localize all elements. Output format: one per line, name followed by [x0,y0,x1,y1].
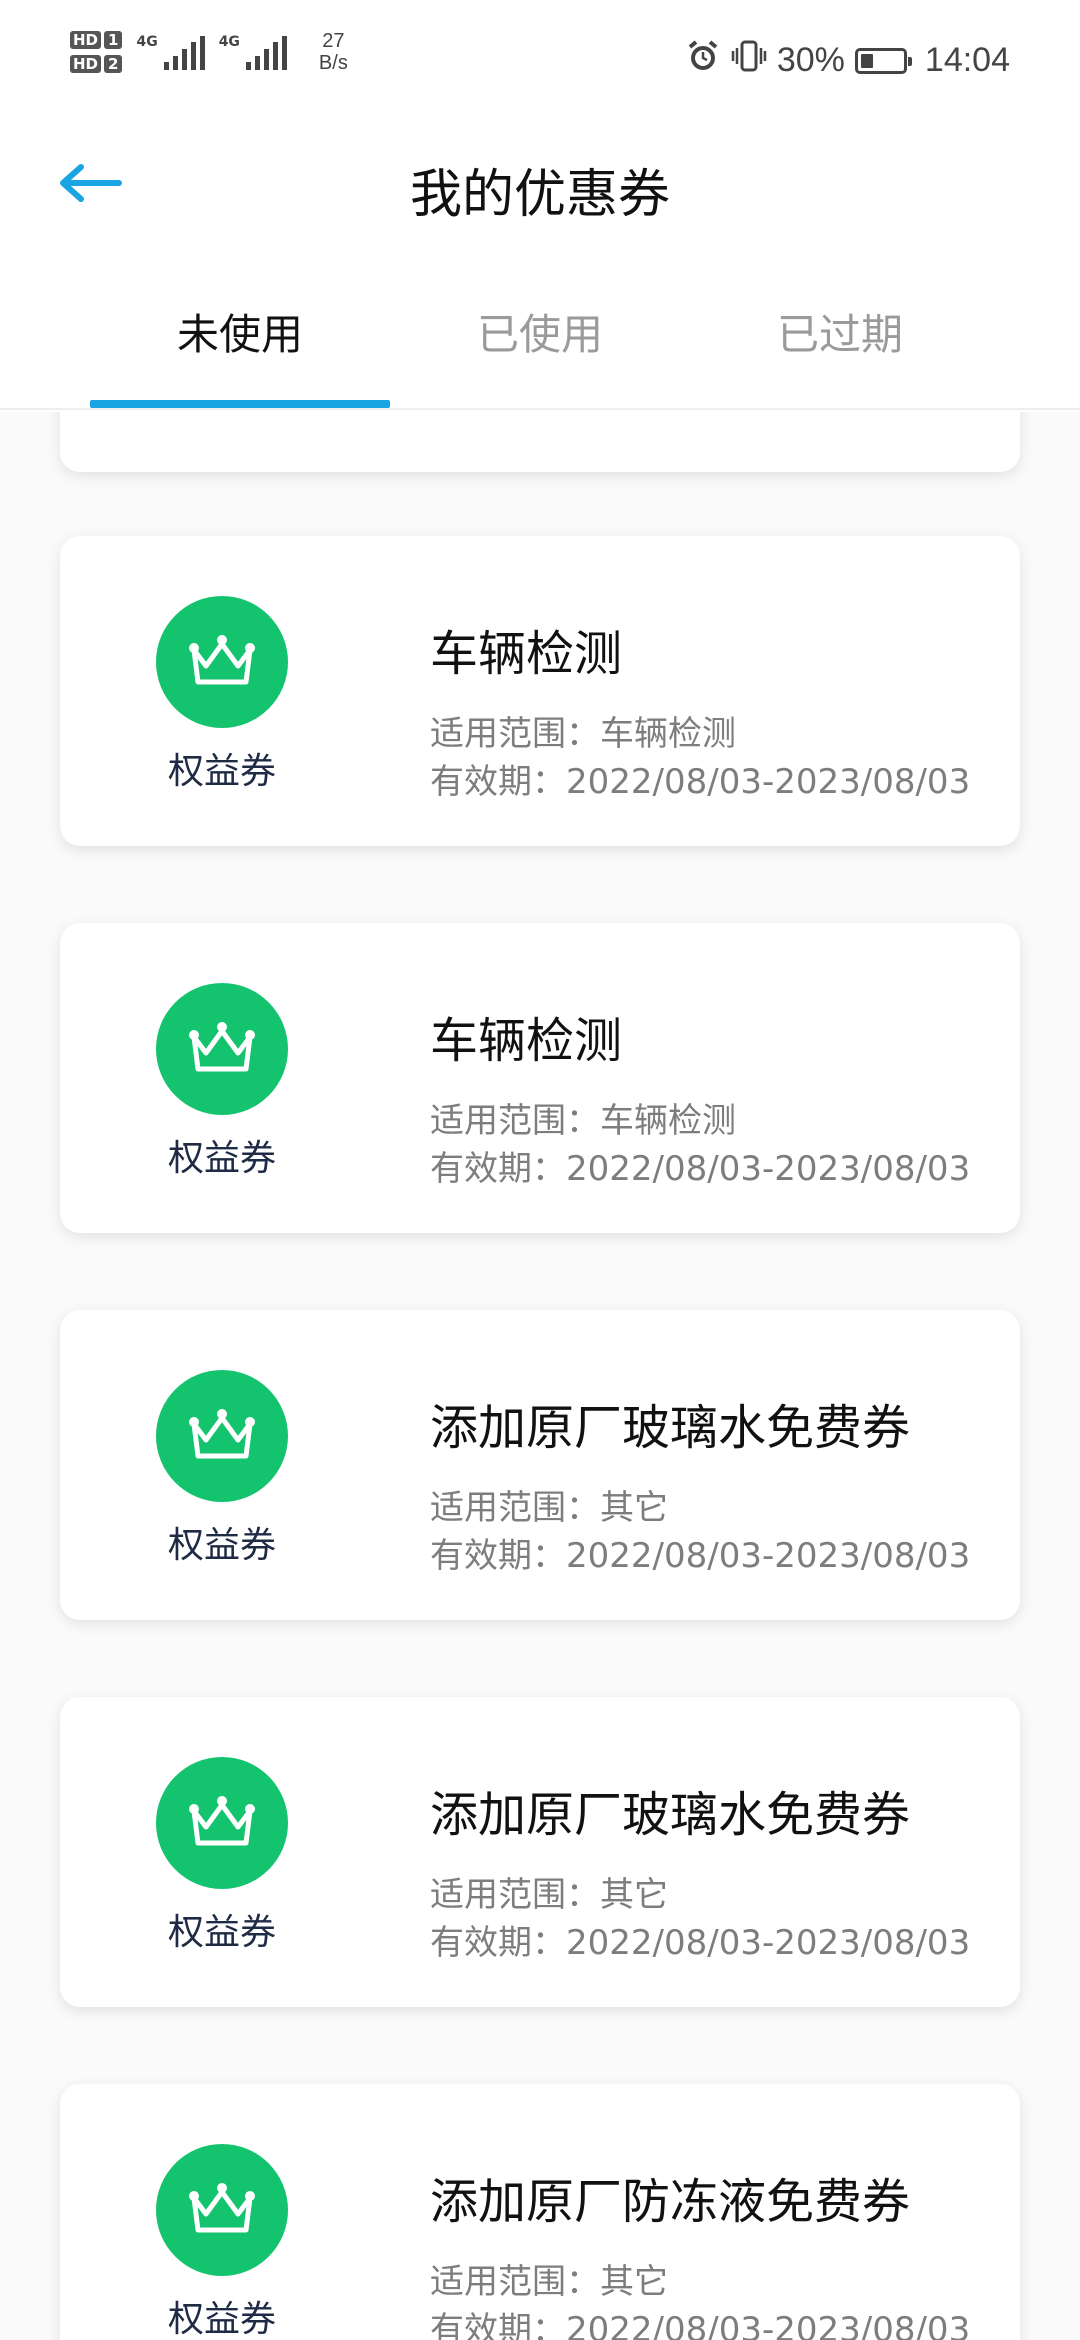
coupon-validity: 有效期：2022/08/03-2023/08/03 [430,2310,971,2340]
coupon-title: 添加原厂玻璃水免费券 [430,1400,911,1456]
coupon-title: 添加原厂防冻液免费券 [430,2174,911,2230]
coupon-type-label: 权益券 [167,1138,276,1179]
coupon-list[interactable]: 权益券 车辆检测 适用范围：车辆检测 有效期：2022/08/03-2023/0… [0,412,1080,2340]
coupon-validity: 有效期：2022/08/03-2023/08/03 [430,1149,971,1189]
battery-percent: 30% [776,41,845,79]
status-bar: HD 1 HD 2 4G 4G 27 B/s 30% 14:04 [0,0,1080,120]
coupon-type-label: 权益券 [167,751,276,792]
tab-expired[interactable]: 已过期 [690,280,990,408]
crown-icon [156,2144,288,2276]
tab-unused[interactable]: 未使用 [90,280,390,408]
coupon-scope: 适用范围：其它 [430,2262,668,2302]
coupon-title: 车辆检测 [430,1013,623,1069]
crown-icon [156,1370,288,1502]
coupon-type-label: 权益券 [167,1912,276,1953]
tab-used[interactable]: 已使用 [390,280,690,408]
battery-icon [854,47,912,74]
coupon-scope: 适用范围：车辆检测 [430,714,736,754]
app-header: 我的优惠券 [0,120,1080,250]
coupon-title: 添加原厂玻璃水免费券 [430,1787,911,1843]
crown-icon [156,983,288,1115]
vibrate-icon [731,38,767,83]
tab-bar: 未使用 已使用 已过期 [0,280,1080,410]
coupon-card[interactable]: 权益券 车辆检测 适用范围：车辆检测 有效期：2022/08/03-2023/0… [60,536,1020,846]
coupon-scope: 适用范围：其它 [430,1875,668,1915]
clock: 14:04 [924,41,1010,79]
network-speed: 27 B/s [318,30,348,74]
coupon-card-partial[interactable] [60,412,1020,472]
coupon-scope: 适用范围：其它 [430,1488,668,1528]
screen: HD 1 HD 2 4G 4G 27 B/s 30% 14:04 我的优惠券 未… [0,0,1080,2340]
coupon-card[interactable]: 权益券 添加原厂防冻液免费券 适用范围：其它 有效期：2022/08/03-20… [60,2084,1020,2340]
crown-icon [156,596,288,728]
coupon-type-label: 权益券 [167,1525,276,1566]
coupon-validity: 有效期：2022/08/03-2023/08/03 [430,762,971,802]
crown-icon [156,1757,288,1889]
hd-badge-1: HD 1 [70,31,123,49]
page-title: 我的优惠券 [409,165,670,225]
signal-icon-1: 4G [136,34,205,70]
coupon-validity: 有效期：2022/08/03-2023/08/03 [430,1536,971,1576]
hd-indicators: HD 1 HD 2 [70,31,123,73]
coupon-card[interactable]: 权益券 添加原厂玻璃水免费券 适用范围：其它 有效期：2022/08/03-20… [60,1310,1020,1620]
tab-indicator [90,400,390,408]
alarm-icon [685,38,721,83]
signal-icon-2: 4G [219,34,287,70]
coupon-type-label: 权益券 [167,2299,276,2340]
coupon-card[interactable]: 权益券 添加原厂玻璃水免费券 适用范围：其它 有效期：2022/08/03-20… [60,1697,1020,2007]
hd-badge-2: HD 2 [70,55,123,73]
status-bar-right: 30% 14:04 [685,38,1010,83]
coupon-scope: 适用范围：车辆检测 [430,1101,736,1141]
coupon-title: 车辆检测 [430,626,623,682]
status-bar-left: HD 1 HD 2 4G 4G 27 B/s [70,30,348,74]
coupon-validity: 有效期：2022/08/03-2023/08/03 [430,1923,971,1963]
coupon-card[interactable]: 权益券 车辆检测 适用范围：车辆检测 有效期：2022/08/03-2023/0… [60,923,1020,1233]
